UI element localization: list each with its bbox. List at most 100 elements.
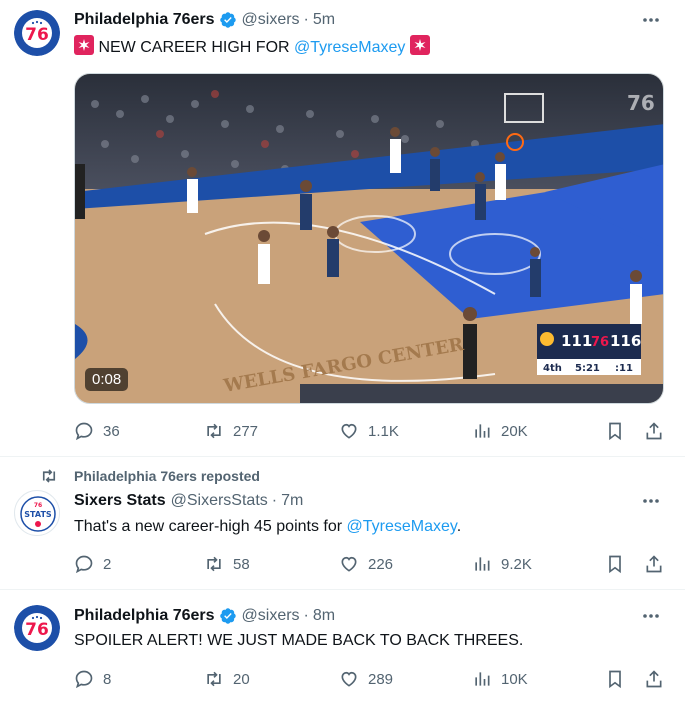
more-icon[interactable] (639, 491, 663, 511)
author-name[interactable]: Philadelphia 76ers (74, 11, 215, 29)
sixers-logo-icon: 76 (14, 605, 60, 651)
views-button[interactable]: 9.2K (472, 552, 532, 576)
scoreboard: 111 76 116 4th 5:21 :11 (537, 324, 641, 375)
tweet-text: NEW CAREER HIGH FOR @TyreseMaxey (74, 35, 430, 59)
share-icon (646, 555, 662, 573)
reply-button[interactable]: 2 (74, 552, 111, 576)
more-icon[interactable] (639, 10, 663, 30)
video-player[interactable]: WELLS FARGO CENTER 111 76 116 4th 5:21 :… (74, 73, 664, 404)
views-button[interactable]: 20K (472, 419, 528, 443)
like-count: 1.1K (368, 422, 399, 440)
author-name[interactable]: Sixers Stats (74, 492, 166, 510)
repost-count: 58 (233, 555, 250, 573)
svg-text:76: 76 (25, 620, 49, 640)
reply-count: 8 (103, 670, 112, 688)
tweet-header: Sixers Stats @SixersStats · 7m (74, 491, 303, 511)
views-count: 20K (501, 422, 528, 440)
bookmark-icon (609, 422, 621, 441)
author-name[interactable]: Philadelphia 76ers (74, 607, 215, 625)
repost-count: 277 (233, 422, 259, 440)
like-button[interactable]: 226 (339, 552, 393, 576)
share-icon (646, 670, 662, 688)
reply-button[interactable]: 36 (74, 419, 120, 443)
like-icon (341, 671, 357, 687)
like-icon (341, 556, 357, 572)
mention-link[interactable]: @TyreseMaxey (347, 518, 457, 535)
svg-text:76: 76 (591, 335, 609, 350)
like-count: 289 (368, 670, 394, 688)
share-button[interactable] (644, 419, 664, 443)
tweet-text: That's a new career-high 45 points for @… (74, 516, 461, 538)
quarter: 4th (543, 363, 562, 374)
bookmark-button[interactable] (605, 552, 625, 576)
tweet-actions: 8 20 289 10K (74, 667, 669, 691)
repost-button[interactable]: 277 (204, 419, 258, 443)
like-icon (341, 423, 357, 439)
repost-icon (207, 671, 221, 687)
tweet-actions: 2 58 226 9.2K (74, 552, 669, 576)
bookmark-button[interactable] (605, 667, 625, 691)
repost-indicator[interactable]: Philadelphia 76ers reposted (40, 467, 260, 485)
svg-text:76: 76 (25, 25, 49, 45)
tweet-time[interactable]: 5m (313, 11, 335, 29)
bookmark-icon (609, 555, 621, 574)
repost-icon (207, 423, 221, 439)
share-button[interactable] (644, 667, 664, 691)
sixers-stats-logo-icon: 76 STATS (16, 492, 59, 535)
repost-label: Philadelphia 76ers reposted (74, 468, 260, 484)
reply-button[interactable]: 8 (74, 667, 111, 691)
author-handle[interactable]: @SixersStats (171, 492, 268, 510)
repost-button[interactable]: 58 (204, 552, 250, 576)
away-score: 111 (561, 332, 592, 350)
game-clock: 5:21 (575, 363, 600, 374)
sixers-stats-avatar[interactable]: 76 STATS (14, 490, 60, 536)
separator-dot: · (271, 492, 278, 509)
tweet-1[interactable]: 76 Philadelphia 76ers @sixers · 5m NEW C… (0, 0, 685, 457)
tweet-header: Philadelphia 76ers @sixers · 8m (74, 606, 335, 626)
tweet-text-body: That's a new career-high 45 points for (74, 518, 347, 535)
like-button[interactable]: 1.1K (339, 419, 399, 443)
video-duration: 0:08 (85, 368, 129, 391)
views-count: 10K (501, 670, 528, 688)
separator-dot: · (303, 11, 309, 28)
reply-icon (75, 422, 93, 441)
shot-clock: :11 (615, 363, 633, 374)
svg-text:76: 76 (34, 502, 42, 509)
tweet-actions: 36 277 1.1K 20K (74, 419, 669, 443)
author-handle[interactable]: @sixers (242, 607, 300, 625)
video-frame: WELLS FARGO CENTER 111 76 116 4th 5:21 :… (75, 74, 663, 403)
more-icon[interactable] (639, 606, 663, 626)
tweet-time[interactable]: 8m (313, 607, 335, 625)
views-icon (475, 424, 490, 438)
avatar-stats-text: STATS (24, 510, 52, 519)
repost-icon (207, 556, 221, 572)
reply-count: 2 (103, 555, 112, 573)
views-icon (475, 672, 490, 686)
repost-icon (42, 469, 56, 483)
tweet-text: SPOILER ALERT! WE JUST MADE BACK TO BACK… (74, 632, 524, 649)
reply-count: 36 (103, 422, 120, 440)
siren-icon (409, 35, 430, 55)
like-button[interactable]: 289 (339, 667, 393, 691)
home-score: 116 (610, 332, 641, 350)
views-count: 9.2K (501, 555, 532, 573)
repost-button[interactable]: 20 (204, 667, 250, 691)
bookmark-button[interactable] (605, 419, 625, 443)
sixers-avatar[interactable]: 76 (14, 605, 60, 651)
share-button[interactable] (644, 552, 664, 576)
sixers-avatar[interactable]: 76 (14, 10, 60, 56)
sixers-logo-icon: 76 (14, 10, 60, 56)
views-button[interactable]: 10K (472, 667, 528, 691)
reply-icon (75, 555, 93, 574)
verified-badge-icon (219, 12, 236, 28)
share-icon (646, 422, 662, 440)
verified-badge-icon (219, 608, 236, 624)
author-handle[interactable]: @sixers (242, 11, 300, 29)
tweet-text-end: . (456, 518, 462, 535)
bookmark-icon (609, 670, 621, 689)
mention-link[interactable]: @TyreseMaxey (294, 39, 405, 56)
repost-count: 20 (233, 670, 250, 688)
siren-icon (74, 35, 94, 55)
tweet-time[interactable]: 7m (281, 492, 303, 510)
separator-dot: · (303, 607, 309, 624)
